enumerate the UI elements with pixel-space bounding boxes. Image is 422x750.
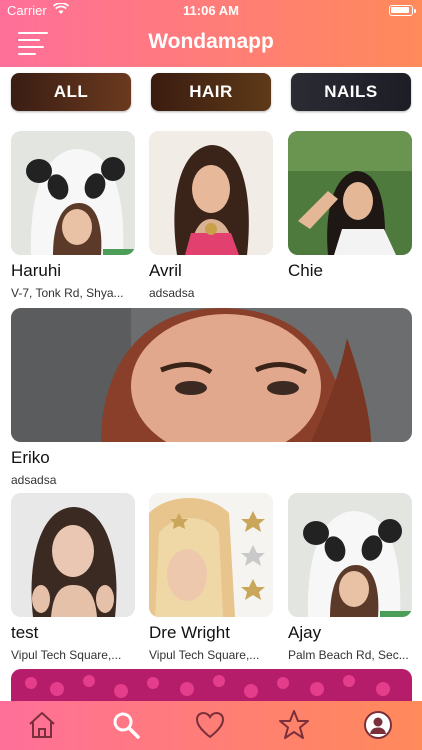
- tab-rated[interactable]: [276, 707, 312, 743]
- provider-card-dre-wright[interactable]: Dre Wright Vipul Tech Square,...: [149, 493, 273, 665]
- provider-card-haruhi[interactable]: Haruhi V-7, Tonk Rd, Shya...: [11, 131, 135, 301]
- provider-name: test: [11, 623, 39, 642]
- provider-grid: Haruhi V-7, Tonk Rd, Shya... Avril adsad…: [0, 131, 422, 701]
- heart-icon: [195, 711, 225, 739]
- app-header: Carrier 11:06 AM Wondamapp: [0, 0, 422, 67]
- provider-card-partial[interactable]: [11, 669, 412, 701]
- provider-photo: [11, 493, 135, 617]
- provider-address: Palm Beach Rd, Sec...: [288, 648, 409, 662]
- provider-name: Haruhi: [11, 261, 62, 280]
- provider-card-chie[interactable]: Chie: [288, 131, 412, 301]
- tab-favorites[interactable]: [192, 707, 228, 743]
- provider-card-ajay[interactable]: Ajay Palm Beach Rd, Sec...: [288, 493, 412, 665]
- provider-photo: [149, 131, 273, 255]
- provider-address: Vipul Tech Square,...: [149, 648, 260, 662]
- provider-photo: [288, 131, 412, 255]
- profile-icon: [364, 711, 392, 739]
- provider-name: Ajay: [288, 623, 322, 642]
- star-icon: [279, 710, 309, 739]
- category-filter-bar: ALL HAIR NAILS: [0, 73, 422, 111]
- tab-profile[interactable]: [360, 707, 396, 743]
- provider-card-test[interactable]: test Vipul Tech Square,...: [11, 493, 135, 665]
- provider-photo: [288, 493, 412, 617]
- category-hair-button[interactable]: HAIR: [151, 73, 271, 111]
- search-icon: [113, 712, 140, 739]
- provider-name: Eriko: [11, 448, 50, 467]
- provider-name: Avril: [149, 261, 182, 280]
- provider-address: Vipul Tech Square,...: [11, 648, 122, 662]
- provider-address: adsadsa: [11, 473, 57, 487]
- provider-photo: [11, 308, 412, 442]
- provider-card-eriko[interactable]: Eriko adsadsa: [11, 308, 412, 488]
- clock-time: 11:06 AM: [183, 3, 239, 18]
- home-icon: [29, 712, 55, 738]
- provider-address: adsadsa: [149, 286, 195, 300]
- tab-home[interactable]: [24, 707, 60, 743]
- provider-name: Chie: [288, 261, 323, 280]
- provider-photo: [149, 493, 273, 617]
- category-nails-button[interactable]: NAILS: [291, 73, 411, 111]
- bottom-tab-bar: [0, 701, 422, 750]
- status-bar: Carrier 11:06 AM: [0, 0, 422, 22]
- provider-card-avril[interactable]: Avril adsadsa: [149, 131, 273, 301]
- tab-search[interactable]: [108, 707, 144, 743]
- provider-address: V-7, Tonk Rd, Shya...: [11, 286, 124, 300]
- battery-icon: [389, 5, 416, 16]
- provider-photo: [11, 669, 412, 701]
- category-all-button[interactable]: ALL: [11, 73, 131, 111]
- provider-photo: [11, 131, 135, 255]
- provider-name: Dre Wright: [149, 623, 230, 642]
- app-title: Wondamapp: [148, 30, 274, 53]
